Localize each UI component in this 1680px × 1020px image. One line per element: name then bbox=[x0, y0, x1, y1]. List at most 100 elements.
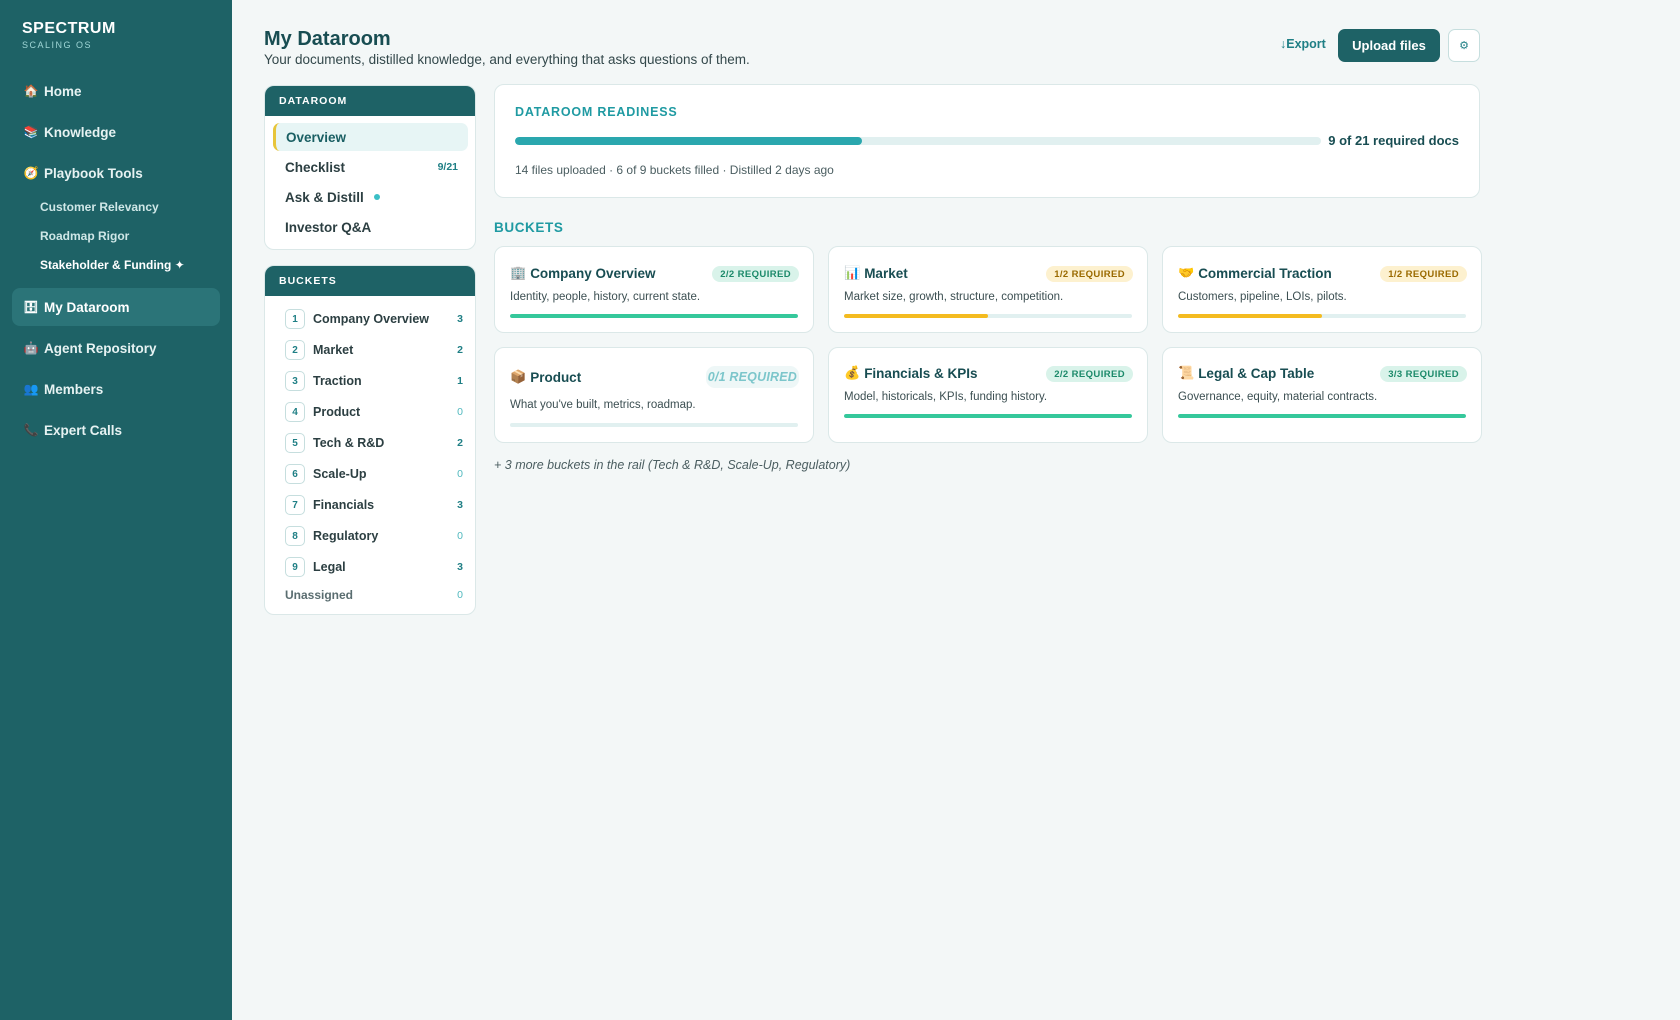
bucket-number: 5 bbox=[285, 433, 305, 453]
bucket-card-title-text: Commercial Traction bbox=[1198, 265, 1332, 281]
bucket-card-description: Governance, equity, material contracts. bbox=[1178, 391, 1378, 403]
export-link[interactable]: ↓Export bbox=[1280, 37, 1326, 51]
page-title: My Dataroom bbox=[264, 28, 391, 50]
bucket-count: 1 bbox=[457, 375, 463, 387]
bucket-card-progress bbox=[1178, 414, 1466, 418]
bucket-card-company-overview[interactable]: 🏢 Company Overview 2/2 REQUIRED Identity… bbox=[494, 246, 814, 333]
readiness-progress-bar bbox=[515, 137, 1321, 145]
bucket-number: 2 bbox=[285, 340, 305, 360]
bucket-card-title: 🤝 Commercial Traction bbox=[1178, 265, 1332, 281]
nav-sub-roadmap-rigor[interactable]: Roadmap Rigor bbox=[40, 229, 129, 243]
bucket-card-title-text: Legal & Cap Table bbox=[1198, 365, 1315, 381]
bucket-number: 8 bbox=[285, 526, 305, 546]
dataroom-tab-label: Ask & Distill bbox=[285, 189, 364, 205]
bucket-card-progress bbox=[510, 423, 798, 427]
bucket-item-product[interactable]: 4 Product 0 bbox=[285, 401, 465, 423]
brand-logo[interactable]: SPECTRUM SCALING OS bbox=[22, 20, 116, 50]
bucket-count: 0 bbox=[457, 530, 463, 542]
checklist-count: 9/21 bbox=[437, 161, 458, 173]
bucket-item-tech-rd[interactable]: 5 Tech & R&D 2 bbox=[285, 432, 465, 454]
bucket-item-scale-up[interactable]: 6 Scale-Up 0 bbox=[285, 463, 465, 485]
nav-item-label: Knowledge bbox=[44, 124, 117, 140]
dataroom-tab-investor-qa[interactable]: Investor Q&A bbox=[273, 213, 468, 241]
office-building-icon: 🏢 bbox=[510, 265, 527, 280]
bucket-item-market[interactable]: 2 Market 2 bbox=[285, 339, 465, 361]
bucket-card-legal-cap-table[interactable]: 📜 Legal & Cap Table 3/3 REQUIRED Governa… bbox=[1162, 347, 1482, 443]
bucket-card-title-text: Market bbox=[864, 265, 908, 281]
bucket-card-title-text: Product bbox=[530, 369, 582, 385]
bucket-card-commercial-traction[interactable]: 🤝 Commercial Traction 1/2 REQUIRED Custo… bbox=[1162, 246, 1482, 333]
buckets-section-title: BUCKETS bbox=[494, 220, 564, 235]
sidebar: SPECTRUM SCALING OS 🏠 Home 📚 Knowledge 🧭… bbox=[0, 0, 232, 1020]
bucket-item-legal[interactable]: 9 Legal 3 bbox=[285, 556, 465, 578]
page-subtitle: Your documents, distilled knowledge, and… bbox=[264, 52, 750, 67]
cabinet-icon: 🗄 bbox=[23, 300, 39, 314]
nav-item-knowledge[interactable]: 📚 Knowledge bbox=[12, 113, 220, 151]
nav-item-members[interactable]: 👥 Members bbox=[12, 370, 220, 408]
required-badge: 2/2 REQUIRED bbox=[712, 266, 799, 282]
gear-icon: ⚙ bbox=[1459, 40, 1469, 52]
bucket-card-financials-kpis[interactable]: 💰 Financials & KPIs 2/2 REQUIRED Model, … bbox=[828, 347, 1148, 443]
nav-sub-stakeholder-funding[interactable]: Stakeholder & Funding ✦ bbox=[40, 258, 185, 272]
bucket-card-description: Customers, pipeline, LOIs, pilots. bbox=[1178, 291, 1347, 303]
bucket-number: 1 bbox=[285, 309, 305, 329]
nav-item-playbook-tools[interactable]: 🧭 Playbook Tools bbox=[12, 154, 220, 192]
settings-button[interactable]: ⚙ bbox=[1448, 29, 1480, 62]
bucket-card-progress bbox=[844, 414, 1132, 418]
bucket-card-description: Identity, people, history, current state… bbox=[510, 291, 701, 303]
bucket-label: Regulatory bbox=[313, 529, 379, 543]
bucket-number: 9 bbox=[285, 557, 305, 577]
dataroom-panel: DATAROOM Overview Checklist 9/21 Ask & D… bbox=[264, 85, 476, 250]
nav-item-label: Agent Repository bbox=[44, 340, 157, 356]
robot-icon: 🤖 bbox=[23, 341, 39, 355]
nav-item-home[interactable]: 🏠 Home bbox=[12, 72, 220, 110]
home-icon: 🏠 bbox=[23, 84, 39, 98]
bucket-item-traction[interactable]: 3 Traction 1 bbox=[285, 370, 465, 392]
bucket-item-regulatory[interactable]: 8 Regulatory 0 bbox=[285, 525, 465, 547]
bucket-card-market[interactable]: 📊 Market 1/2 REQUIRED Market size, growt… bbox=[828, 246, 1148, 333]
bucket-card-title: 💰 Financials & KPIs bbox=[844, 365, 977, 381]
nav-item-agent-repository[interactable]: 🤖 Agent Repository bbox=[12, 329, 220, 367]
bucket-count: 0 bbox=[457, 468, 463, 480]
new-indicator-dot bbox=[373, 194, 380, 200]
bucket-card-description: Market size, growth, structure, competit… bbox=[844, 291, 1064, 303]
nav-item-label: Playbook Tools bbox=[44, 165, 143, 181]
bucket-count: 3 bbox=[457, 561, 463, 573]
bucket-number: 3 bbox=[285, 371, 305, 391]
bucket-card-progress bbox=[1178, 314, 1466, 318]
upload-files-button[interactable]: Upload files bbox=[1338, 29, 1440, 62]
bucket-label: Financials bbox=[313, 498, 375, 512]
people-icon: 👥 bbox=[23, 382, 39, 396]
bucket-label: Product bbox=[313, 405, 361, 419]
bucket-card-progress-fill bbox=[844, 314, 988, 318]
scroll-icon: 📜 bbox=[1178, 365, 1195, 380]
buckets-panel: BUCKETS 1 Company Overview 3 2 Market 2 … bbox=[264, 265, 476, 615]
nav-item-my-dataroom[interactable]: 🗄 My Dataroom bbox=[12, 288, 220, 326]
bucket-number: 7 bbox=[285, 495, 305, 515]
bucket-item-unassigned[interactable]: Unassigned 0 bbox=[285, 585, 465, 605]
bucket-label: Company Overview bbox=[313, 312, 430, 326]
dataroom-panel-heading: DATAROOM bbox=[265, 86, 475, 116]
phone-icon: 📞 bbox=[23, 423, 39, 437]
handshake-icon: 🤝 bbox=[1178, 265, 1195, 280]
bucket-card-title-text: Company Overview bbox=[530, 265, 656, 281]
dataroom-tab-overview[interactable]: Overview bbox=[273, 123, 468, 151]
package-icon: 📦 bbox=[510, 369, 527, 384]
bucket-label: Market bbox=[313, 343, 354, 357]
bucket-card-title-text: Financials & KPIs bbox=[864, 365, 978, 381]
bucket-item-company-overview[interactable]: 1 Company Overview 3 bbox=[285, 308, 465, 330]
bucket-label: Scale-Up bbox=[313, 467, 367, 481]
bucket-item-financials[interactable]: 7 Financials 3 bbox=[285, 494, 465, 516]
bucket-count: 2 bbox=[457, 437, 463, 449]
dataroom-tab-ask-distill[interactable]: Ask & Distill bbox=[273, 183, 468, 211]
books-icon: 📚 bbox=[23, 125, 39, 139]
dataroom-tab-checklist[interactable]: Checklist 9/21 bbox=[273, 153, 468, 181]
nav-item-label: Members bbox=[44, 381, 104, 397]
bucket-card-product[interactable]: 📦 Product 0/1 REQUIRED What you've built… bbox=[494, 347, 814, 443]
bucket-card-progress-fill bbox=[844, 414, 1132, 418]
bucket-count: 2 bbox=[457, 344, 463, 356]
nav-item-expert-calls[interactable]: 📞 Expert Calls bbox=[12, 411, 220, 449]
nav-sub-customer-relevancy[interactable]: Customer Relevancy bbox=[40, 200, 159, 214]
bucket-label: Legal bbox=[313, 560, 346, 574]
bucket-count: 0 bbox=[457, 589, 463, 601]
